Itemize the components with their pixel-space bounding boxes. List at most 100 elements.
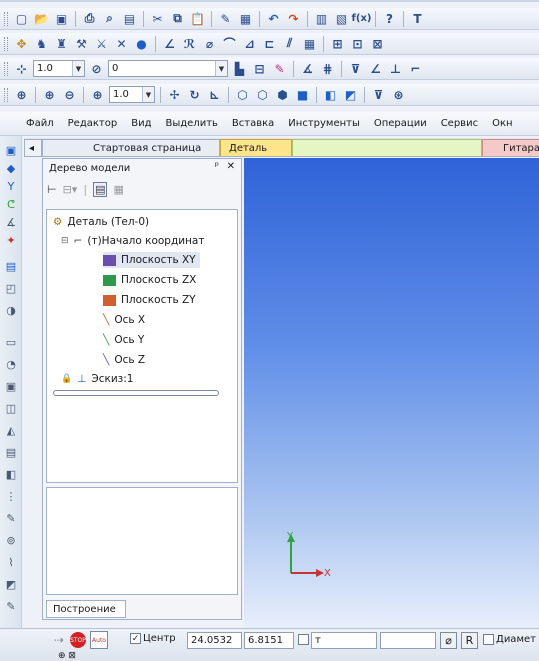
zoom-window-icon[interactable]: ⊕ (13, 86, 30, 103)
info-icon[interactable]: ● (133, 35, 150, 52)
tree-view-icon[interactable]: ⊢ (47, 183, 57, 196)
revolve-icon[interactable]: ◑ (3, 302, 19, 318)
close-icon[interactable]: ✕ (227, 161, 235, 172)
layer-combo[interactable]: 0 ▼ (108, 60, 228, 77)
tree-plane-zx[interactable]: Плоскость ZX (103, 272, 196, 288)
chamfer-tool-icon[interactable]: ◭ (3, 422, 19, 438)
fillet-icon[interactable]: ◫ (3, 400, 19, 416)
menu-select[interactable]: Выделить (165, 118, 217, 129)
horizontal-scrollbar[interactable] (53, 390, 219, 396)
paste-icon[interactable]: 📋 (189, 10, 206, 27)
center-checkbox[interactable]: ✓ (130, 633, 141, 644)
tree-sketch[interactable]: 🔒 ⊥ Эскиз:1 (61, 371, 133, 387)
variables-icon[interactable]: f(x) (352, 10, 372, 27)
rotate-icon[interactable]: ↻ (186, 86, 203, 103)
tools-icon[interactable]: ✕ (113, 35, 130, 52)
open-folder-icon[interactable]: 📂 (33, 10, 50, 27)
line-style-icon[interactable]: ▙ (231, 60, 248, 77)
point-checkbox[interactable] (298, 634, 309, 645)
section-icon[interactable]: ◩ (342, 86, 359, 103)
value-input[interactable] (380, 632, 436, 649)
mirror-tool-icon[interactable]: ✎ (3, 510, 19, 526)
edit-details-icon[interactable]: ▤ (3, 258, 19, 274)
zoom-in-icon[interactable]: ⊕ (41, 86, 58, 103)
rib-icon[interactable]: ◧ (3, 466, 19, 482)
tree-axis-z[interactable]: ╲ Ось Z (103, 352, 145, 368)
tab-construction[interactable]: Построение (46, 600, 126, 618)
pan-icon[interactable]: ✢ (166, 86, 183, 103)
mate-icon[interactable]: ♜ (53, 35, 70, 52)
tab-detail[interactable]: Деталь (220, 139, 292, 156)
chevron-down-icon[interactable]: ▼ (142, 87, 154, 102)
manager-icon[interactable]: ▥ (313, 10, 330, 27)
tree-origin[interactable]: ⊟ ⌐ (т)Начало координат (61, 233, 204, 249)
center-x-input[interactable]: 24.0532 (187, 632, 242, 649)
properties-icon[interactable]: ▤ (121, 10, 138, 27)
save-icon[interactable]: ▣ (53, 10, 70, 27)
chevron-down-icon[interactable]: ▼ (215, 61, 227, 76)
radius-mode-button[interactable]: R (461, 632, 478, 649)
text-icon[interactable]: T (409, 10, 426, 27)
surface-icon[interactable]: ◩ (3, 576, 19, 592)
copy-icon[interactable]: ⧉ (169, 10, 186, 27)
hatch-icon[interactable]: ∡ (299, 60, 316, 77)
menu-edit[interactable]: Редактор (68, 118, 118, 129)
sweep-icon[interactable]: ◔ (3, 356, 19, 372)
extrude-icon[interactable]: ◰ (3, 280, 19, 296)
menu-service[interactable]: Сервис (441, 118, 478, 129)
menu-operations[interactable]: Операции (374, 118, 427, 129)
bracket-icon[interactable]: ⌐ (407, 60, 424, 77)
mirror-icon[interactable]: ⊠ (369, 35, 386, 52)
menu-window[interactable]: Окн (492, 118, 512, 129)
layer-icon[interactable]: ⊘ (88, 60, 105, 77)
insert-component-icon[interactable]: ⚔ (93, 35, 110, 52)
snap-settings-icon[interactable]: ⊛ (390, 86, 407, 103)
shell-icon[interactable]: ▤ (3, 444, 19, 460)
panel-view-icon[interactable]: ▤ (93, 181, 108, 197)
print-preview-icon[interactable]: ⌕ (101, 10, 118, 27)
tree-plane-xy[interactable]: Плоскость XY (103, 252, 200, 268)
toolbar-grip[interactable] (4, 11, 8, 26)
cut-extrude-icon[interactable]: ▣ (3, 378, 19, 394)
grid-icon[interactable]: ▦ (301, 35, 318, 52)
new-document-icon[interactable]: ▢ (13, 10, 30, 27)
library-icon[interactable]: ▧ (333, 10, 350, 27)
structure-icon[interactable]: ⊟▾ (63, 183, 78, 196)
perspective-icon[interactable]: ◧ (322, 86, 339, 103)
pattern-tool-icon[interactable]: ⋮ (3, 488, 19, 504)
table-view-icon[interactable]: ▦ (113, 183, 123, 196)
menu-tools[interactable]: Инструменты (288, 118, 360, 129)
hole-icon[interactable]: ⊚ (3, 532, 19, 548)
line-type-icon[interactable]: ⊟ (251, 60, 268, 77)
curves-icon[interactable]: ᕦ (3, 196, 19, 212)
stop-icon[interactable]: STOP (70, 632, 86, 648)
tab-blank[interactable] (292, 139, 482, 156)
point-input[interactable]: т (311, 632, 377, 649)
shaded-edges-icon[interactable]: ■ (294, 86, 311, 103)
help-icon[interactable]: ? (381, 10, 398, 27)
geometry-icon[interactable]: ▣ (3, 142, 19, 158)
copy-props-icon[interactable]: ⊡ (349, 35, 366, 52)
diameter-checkbox[interactable] (483, 634, 494, 645)
tab-guitar[interactable]: Гитара (482, 139, 539, 156)
constraints-icon[interactable]: ✦ (3, 232, 19, 248)
coord-icon[interactable]: ⊥ (387, 60, 404, 77)
zoom-combo[interactable]: 1.0 ▼ (109, 86, 155, 103)
filter-icon[interactable]: Y (3, 178, 19, 194)
undo-icon[interactable]: ↶ (265, 10, 282, 27)
menu-insert[interactable]: Вставка (232, 118, 274, 129)
zoom-scale-icon[interactable]: ⊕ (89, 86, 106, 103)
print-icon[interactable]: ⎙ (81, 10, 98, 27)
orientation-icon[interactable]: ⊾ (206, 86, 223, 103)
filter-icon[interactable]: ⊽ (347, 60, 364, 77)
scale-combo[interactable]: 1.0 ▼ (33, 60, 85, 77)
offset-icon[interactable]: ⊏ (261, 35, 278, 52)
table-icon[interactable]: ▦ (237, 10, 254, 27)
select-icon[interactable]: ◆ (3, 160, 19, 176)
collapse-icon[interactable]: ⊟ (61, 236, 69, 246)
toolbar-grip[interactable] (4, 87, 8, 102)
tab-start-page[interactable]: Стартовая страница (42, 139, 220, 156)
wireframe-icon[interactable]: ⬡ (234, 86, 251, 103)
move-icon[interactable]: ✥ (13, 35, 30, 52)
dimension-icon[interactable]: ∠ (367, 60, 384, 77)
